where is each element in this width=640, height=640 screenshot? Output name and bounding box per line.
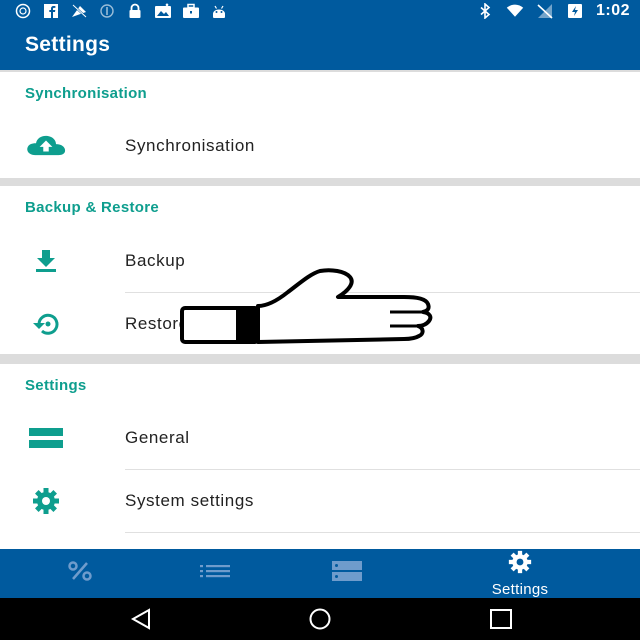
- general-label: General: [125, 428, 190, 447]
- percent-icon: [67, 561, 93, 586]
- system-settings-item[interactable]: System settings: [0, 470, 640, 532]
- back-icon[interactable]: [126, 606, 156, 632]
- circle-status-icon: [98, 2, 116, 19]
- general-icon: [26, 423, 66, 453]
- nav-tab-settings-label: Settings: [491, 580, 549, 598]
- synchronisation-item[interactable]: Synchronisation: [0, 115, 640, 177]
- gear-icon: [508, 550, 532, 579]
- thumbs-up-icon: [178, 268, 436, 348]
- cloud-upload-icon: [26, 131, 66, 161]
- backup-label: Backup: [125, 251, 186, 270]
- sync-icon: [14, 2, 32, 19]
- general-item[interactable]: General: [0, 407, 640, 469]
- no-sim-icon: [536, 3, 554, 20]
- system-settings-label: System settings: [125, 491, 254, 510]
- section-header: Settings: [25, 377, 87, 394]
- nav-tab-settings[interactable]: Settings: [440, 549, 600, 598]
- recents-icon[interactable]: [486, 606, 516, 632]
- lock-icon: [126, 2, 144, 19]
- briefcase-icon: [182, 2, 200, 19]
- wifi-icon: [506, 3, 524, 20]
- gear-icon: [26, 486, 66, 516]
- bluetooth-icon: [476, 3, 494, 20]
- section-header: Backup & Restore: [25, 199, 160, 216]
- storage-icon: [332, 561, 362, 586]
- synchronisation-label: Synchronisation: [125, 136, 255, 155]
- page-title: Settings: [25, 33, 111, 56]
- nav-tab-storage[interactable]: [267, 549, 427, 598]
- section-settings: Settings General System settings: [0, 364, 640, 550]
- section-synchronisation: Synchronisation Synchronisation: [0, 72, 640, 178]
- battery-charging-icon: [566, 3, 584, 20]
- list-icon: [200, 564, 230, 583]
- status-bar: 1:02: [0, 0, 640, 21]
- photo-icon: [154, 2, 172, 19]
- app-bar: Settings: [0, 21, 640, 70]
- bottom-navigation: Settings: [0, 549, 640, 598]
- download-icon: [26, 246, 66, 276]
- system-navigation-bar: [0, 598, 640, 640]
- clock-time: 1:02: [595, 2, 630, 19]
- home-icon[interactable]: [305, 606, 335, 632]
- no-signal-icon: [70, 2, 88, 19]
- android-icon: [210, 2, 228, 19]
- divider: [125, 532, 640, 533]
- section-header: Synchronisation: [25, 85, 148, 102]
- restore-icon: [26, 309, 66, 339]
- facebook-icon: [42, 2, 60, 19]
